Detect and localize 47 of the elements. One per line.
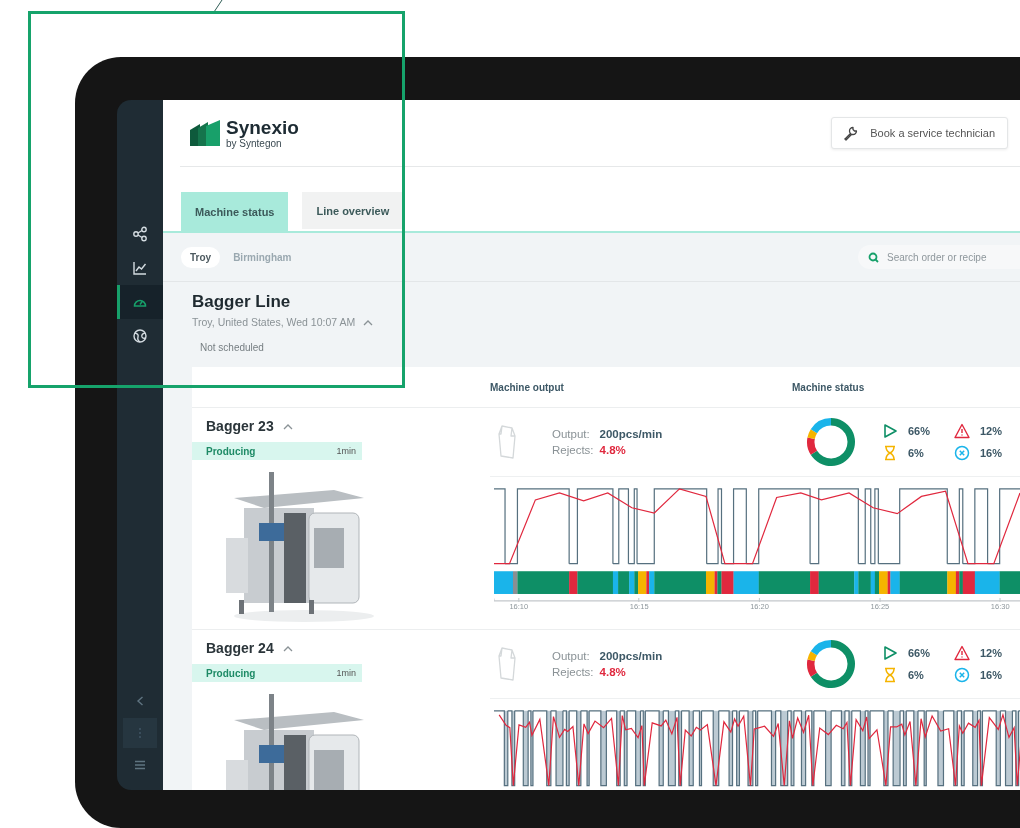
tab[interactable]: Line overview (302, 192, 404, 229)
status-label: Producing (206, 667, 256, 679)
status-percentage: 16% (980, 669, 1003, 681)
chevron-up-icon[interactable] (282, 644, 293, 652)
bag-icon (497, 424, 517, 460)
menu-icon (133, 758, 147, 772)
line-title: Bagger Line (192, 292, 292, 312)
brand-tagline: by Syntegon (226, 137, 282, 149)
status-percentage: 16% (980, 447, 1003, 459)
search-icon (868, 251, 879, 263)
globe-icon (132, 328, 148, 344)
tab[interactable]: Machine status (181, 192, 289, 231)
output-value: 200pcs/min (599, 650, 664, 662)
status-percentage: 66% (908, 425, 931, 437)
status-duration: 1min (336, 446, 356, 456)
bag-icon (497, 646, 517, 682)
search-field[interactable]: Search order or recipe (858, 245, 1020, 269)
line-chart-icon (132, 260, 148, 276)
line-location: Troy, United States, Wed 10:07 AM (192, 316, 356, 328)
output-label: Output: (552, 650, 591, 662)
machine-name: Bagger 23 (206, 418, 274, 434)
book-technician-button[interactable]: Book a service technician (831, 117, 1008, 149)
status-percentage: 12% (980, 425, 1003, 437)
location-tab[interactable]: Troy (181, 246, 221, 268)
status-percentage: 6% (908, 447, 924, 459)
search-input[interactable]: Search order or recipe (887, 251, 1017, 263)
network-icon (132, 226, 148, 242)
column-header: Machine output (490, 381, 565, 393)
status-percentage: 12% (980, 647, 1003, 659)
status-label: Producing (206, 445, 256, 457)
rejects-label: Rejects: (552, 666, 594, 678)
nav-item[interactable] (117, 285, 163, 319)
machine-name: Bagger 24 (206, 640, 274, 656)
status-percentage: 66% (908, 647, 931, 659)
chevron-up-icon[interactable] (282, 422, 293, 430)
output-value: 200pcs/min (599, 428, 664, 440)
schedule-status: Not scheduled (200, 342, 264, 353)
rejects-value: 4.8% (599, 666, 627, 678)
status-percentage: 6% (908, 669, 924, 681)
chevron-up-icon[interactable] (363, 318, 374, 326)
status-duration: 1min (336, 668, 356, 678)
rejects-value: 4.8% (599, 444, 627, 456)
rejects-label: Rejects: (552, 444, 594, 456)
output-label: Output: (552, 428, 591, 440)
column-header: Machine status (792, 381, 866, 393)
brand-name: Synexio (226, 117, 299, 138)
logo-icon (190, 120, 220, 146)
